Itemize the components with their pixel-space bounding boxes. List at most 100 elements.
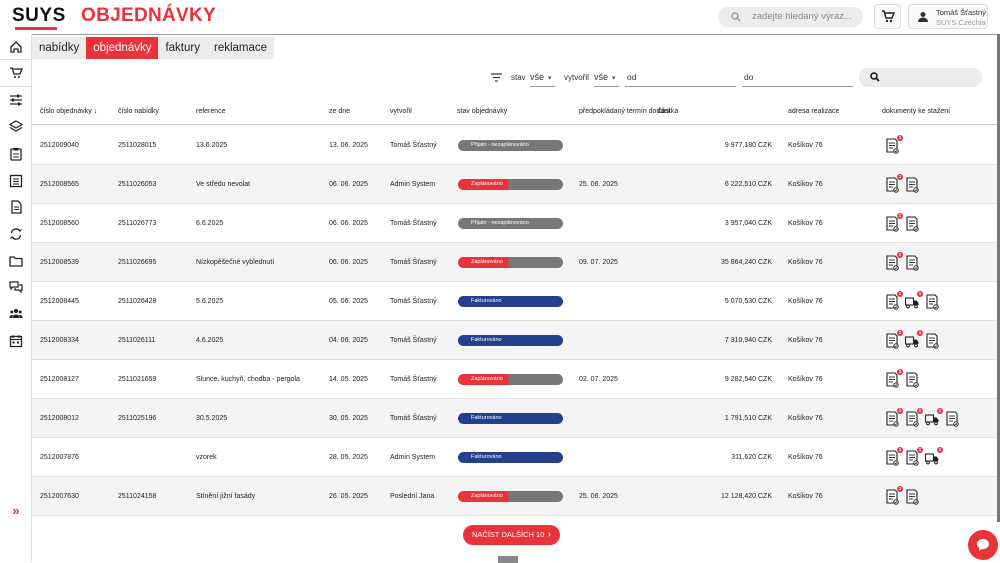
document-icon[interactable]: 1 <box>885 447 903 466</box>
delivery-note-icon[interactable]: 1 <box>925 447 943 466</box>
document-icon[interactable]: 1 <box>885 486 903 505</box>
document-icon[interactable]: 1 <box>905 408 923 427</box>
cell-amount: 6 222,510 CZK <box>724 181 772 188</box>
table-row[interactable]: 2512008334 2511026111 4.6.2025 04. 06. 2025… <box>32 321 997 360</box>
cell-date: 06. 06. 2025 <box>329 259 368 266</box>
document-icon[interactable] <box>905 372 919 388</box>
table-row[interactable]: 2512008127 2511021659 Slunce, kuchyň, chod… <box>32 360 997 399</box>
status-badge: Fakturováno <box>458 335 563 346</box>
table-row[interactable]: 2512008560 2511026773 6.6.2025 06. 06. 2025… <box>32 204 997 243</box>
table-row[interactable]: 2512008445 2511026428 5.6.2025 05. 06. 2025… <box>32 282 997 321</box>
date-from-input[interactable]: od <box>625 68 736 87</box>
document-icon[interactable]: 1 <box>885 174 903 193</box>
sidebar-item-cart[interactable] <box>0 61 32 87</box>
cell-ref: vzorek <box>196 454 217 461</box>
column-header-1[interactable]: číslo nabídky <box>118 99 159 125</box>
load-more-button[interactable]: NAČÍST DALŠÍCH 10 › <box>463 525 560 545</box>
date-to-input[interactable]: do <box>742 68 853 87</box>
document-icon[interactable]: 1 <box>885 252 903 271</box>
count-badge: 1 <box>897 447 903 453</box>
table-row[interactable]: 2512007876 vzorek 28. 05. 2025 Admin System… <box>32 438 997 477</box>
delivery-note-icon[interactable]: 1 <box>905 291 923 310</box>
sidebar-item-sliders[interactable] <box>0 87 32 113</box>
cell-date: 05. 06. 2025 <box>329 298 368 305</box>
home-icon <box>10 40 22 53</box>
sidebar-item-clipboard[interactable] <box>0 141 32 167</box>
chat-button[interactable] <box>968 530 998 560</box>
document-icon[interactable] <box>905 489 919 505</box>
document-icon[interactable] <box>925 294 939 310</box>
column-header-0[interactable]: číslo objednávky ↓ <box>40 99 97 125</box>
document-icon[interactable]: 1 <box>885 213 903 232</box>
table-row[interactable]: 2512009040 2511028015 13.6.2025 13. 06. 202… <box>32 126 997 165</box>
vytvoril-select[interactable]: vše ▾ <box>594 68 619 87</box>
search-input[interactable]: zadejte hledaný výraz... <box>718 7 863 27</box>
sidebar <box>0 34 32 562</box>
document-icon[interactable] <box>905 177 919 193</box>
delivery-note-icon[interactable]: 1 <box>905 330 923 349</box>
table-header: číslo objednávky ↓ číslo nabídky reference… <box>32 99 997 125</box>
sidebar-item-home[interactable] <box>0 34 32 60</box>
cell-addr: Košíkov 76 <box>788 298 823 305</box>
table-row[interactable]: 2512008012 2511025196 30.5.2025 30. 05. 202… <box>32 399 997 438</box>
document-icon[interactable]: 1 <box>885 369 903 388</box>
document-icon[interactable] <box>905 255 919 271</box>
column-header-4[interactable]: vytvořil <box>390 99 412 125</box>
status-badge: Zaplánováno <box>458 257 563 268</box>
column-header-6[interactable]: předpokládaný termín dodání <box>579 99 670 125</box>
document-icon[interactable]: 1 <box>885 408 903 427</box>
list-icon <box>9 174 23 187</box>
column-header-8[interactable]: adresa realizace <box>788 99 839 125</box>
cell-amount: 9 282,540 CZK <box>724 376 772 383</box>
filter-icon[interactable] <box>491 73 502 82</box>
user-menu[interactable]: Tomáš Šťastný SUYS Czechia <box>908 4 988 29</box>
sidebar-expand-button[interactable]: » <box>0 498 32 522</box>
sidebar-item-sync[interactable] <box>0 221 32 247</box>
count-badge: 1 <box>917 330 923 336</box>
tab-1[interactable]: objednávky <box>86 37 159 59</box>
document-icon[interactable]: 1 <box>885 135 903 154</box>
user-company: SUYS Czechia <box>936 18 986 27</box>
document-icon[interactable]: 1 <box>885 291 903 310</box>
cart-button[interactable] <box>874 4 901 29</box>
document-icon[interactable] <box>905 216 919 232</box>
delivery-note-icon[interactable]: 1 <box>925 408 943 427</box>
cell-delivery: 09. 07. 2025 <box>579 259 618 266</box>
stav-select[interactable]: vše ▾ <box>530 68 555 87</box>
column-header-2[interactable]: reference <box>196 99 226 125</box>
document-icon[interactable]: 1 <box>885 330 903 349</box>
document-icon[interactable] <box>925 333 939 349</box>
sidebar-item-list[interactable] <box>0 168 32 194</box>
sidebar-item-layers[interactable] <box>0 114 32 140</box>
table-row[interactable]: 2512007630 2511024158 Stínění jižní fasády… <box>32 477 997 516</box>
document-icon[interactable] <box>945 411 959 427</box>
search-icon <box>870 72 880 82</box>
logo[interactable]: SUYS <box>12 5 66 30</box>
sidebar-item-users[interactable] <box>0 301 32 327</box>
sidebar-item-chat[interactable] <box>0 274 32 300</box>
cell-offer: 2511026111 <box>118 337 156 344</box>
documents-group: 1 <box>885 252 919 271</box>
sidebar-item-document[interactable] <box>0 194 32 220</box>
search-placeholder: zadejte hledaný výraz... <box>752 11 852 22</box>
table-row[interactable]: 2512008565 2511026053 Ve středu nevolat 06.… <box>32 165 997 204</box>
tab-0[interactable]: nabídky <box>32 37 86 59</box>
documents-group: 11 <box>885 291 939 310</box>
cell-offer: 2511026773 <box>118 220 157 227</box>
sidebar-item-folder[interactable] <box>0 248 32 274</box>
documents-group: 1 1 1 <box>885 408 959 427</box>
cell-by: Tomáš Šťastný <box>390 220 437 227</box>
cell-offer: 2511026428 <box>118 298 157 305</box>
document-icon[interactable]: 1 <box>905 447 923 466</box>
tab-3[interactable]: reklamace <box>207 37 274 59</box>
column-header-5[interactable]: stav objednávky <box>457 99 507 125</box>
cell-delivery: 25. 06. 2025 <box>579 493 618 500</box>
table-search-input[interactable] <box>859 68 982 87</box>
column-header-9[interactable]: dokumenty ke stažení <box>882 99 950 125</box>
tab-2[interactable]: faktury <box>158 37 207 59</box>
sidebar-item-calendar[interactable] <box>0 328 32 354</box>
column-header-3[interactable]: ze dne <box>329 99 350 125</box>
column-header-7[interactable]: částka <box>658 99 678 125</box>
cell-order: 2512008539 <box>40 259 79 266</box>
table-row[interactable]: 2512008539 2511026695 Nízkopěšečné vybledn… <box>32 243 997 282</box>
